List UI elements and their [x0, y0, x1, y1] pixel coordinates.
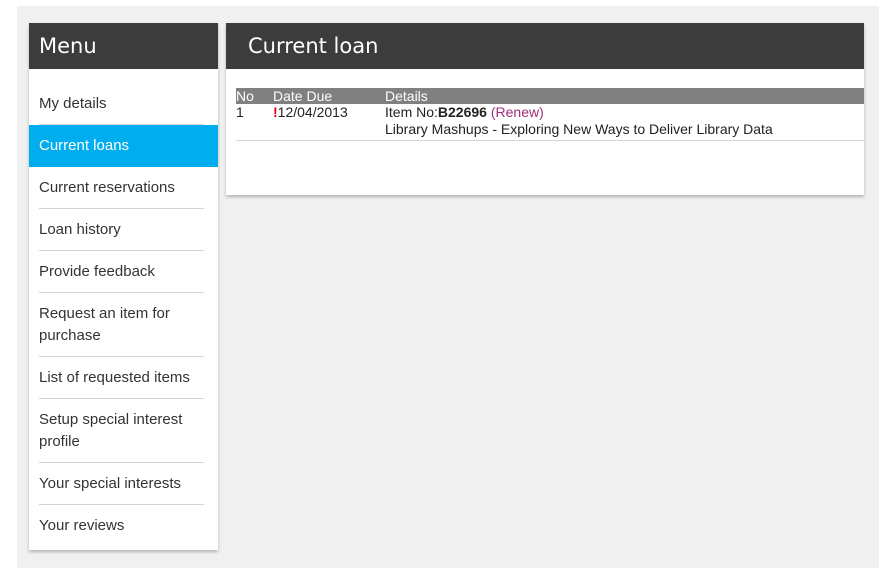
loan-number: 1 [236, 104, 273, 141]
item-number-line: Item No:B22696 (Renew) [385, 104, 864, 121]
item-number-label: Item No: [385, 104, 438, 120]
loan-details: Item No:B22696 (Renew) Library Mashups -… [385, 104, 864, 141]
menu-item-list-of-requested-items[interactable]: List of requested items [29, 357, 218, 399]
renew-link[interactable]: Renew [496, 104, 540, 120]
menu-item-loan-history[interactable]: Loan history [29, 209, 218, 251]
menu-list: My details Current loans Current reserva… [29, 83, 218, 547]
menu-item-setup-special-interest-profile[interactable]: Setup special interest profile [29, 399, 218, 463]
menu-item-your-special-interests[interactable]: Your special interests [29, 463, 218, 505]
page-title: Current loan [226, 23, 864, 69]
item-title: Library Mashups - Exploring New Ways to … [385, 121, 773, 137]
menu-item-provide-feedback[interactable]: Provide feedback [29, 251, 218, 293]
current-loan-panel: Current loan No Date Due Details 1 !12/0… [226, 23, 864, 195]
renew-paren-close: ) [539, 104, 544, 120]
column-header-date-due: Date Due [273, 88, 385, 104]
due-date: 12/04/2013 [277, 104, 348, 120]
table-row: 1 !12/04/2013 Item No:B22696 (Renew) Lib… [236, 104, 864, 141]
menu-item-current-loans[interactable]: Current loans [29, 125, 218, 167]
menu-item-request-item-for-purchase[interactable]: Request an item for purchase [29, 293, 218, 357]
column-header-details: Details [385, 88, 864, 104]
column-header-no: No [236, 88, 273, 104]
menu-item-your-reviews[interactable]: Your reviews [29, 505, 218, 547]
table-header-row: No Date Due Details [236, 88, 864, 104]
due-date-cell: !12/04/2013 [273, 104, 385, 141]
sidebar-menu: Menu My details Current loans Current re… [29, 23, 218, 550]
loans-table: No Date Due Details 1 !12/04/2013 Item N… [236, 88, 864, 141]
menu-item-current-reservations[interactable]: Current reservations [29, 167, 218, 209]
menu-title: Menu [29, 23, 218, 69]
menu-item-my-details[interactable]: My details [29, 83, 218, 125]
item-number: B22696 [437, 104, 487, 120]
